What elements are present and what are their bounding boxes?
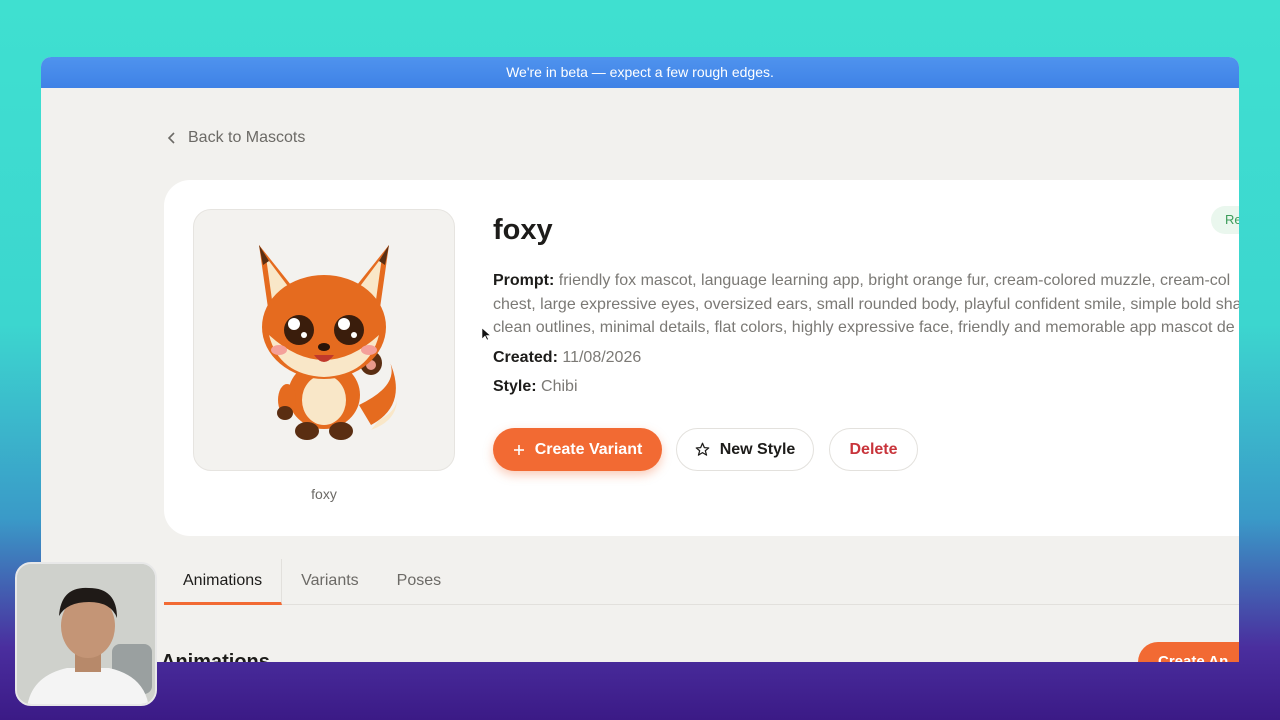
created-label: Created: (493, 349, 558, 366)
new-style-button[interactable]: New Style (676, 428, 814, 471)
status-badge: Re (1211, 206, 1239, 234)
style-row: Style: Chibi (493, 375, 578, 399)
mascot-card: foxy foxy Re Prompt: friendly fox mascot… (164, 180, 1239, 536)
style-label: Style: (493, 378, 537, 395)
tab-variants[interactable]: Variants (282, 559, 378, 605)
new-style-label: New Style (719, 440, 796, 458)
person-silhouette-icon (17, 564, 155, 704)
prompt-label: Prompt: (493, 272, 555, 289)
app-window: We're in beta — expect a few rough edges… (41, 57, 1239, 662)
prompt-text: Prompt: friendly fox mascot, language le… (493, 269, 1239, 340)
fox-mascot-image (259, 245, 398, 440)
prompt-line-1: friendly fox mascot, language learning a… (558, 272, 1231, 289)
thumbnail-caption: foxy (311, 486, 337, 502)
webcam-overlay (15, 562, 157, 706)
create-variant-label: Create Variant (534, 440, 643, 458)
back-link-label: Back to Mascots (188, 129, 306, 146)
created-row: Created: 11/08/2026 (493, 346, 641, 370)
delete-button[interactable]: Delete (829, 428, 918, 471)
mouse-cursor-icon (482, 328, 491, 340)
create-variant-button[interactable]: Create Variant (493, 428, 662, 471)
prompt-line-3: clean outlines, minimal details, flat co… (493, 319, 1235, 336)
prompt-line-2: chest, large expressive eyes, oversized … (493, 295, 1239, 313)
created-value: 11/08/2026 (562, 349, 642, 366)
mascot-thumbnail[interactable] (193, 209, 455, 471)
mascot-tabs: Animations Variants Poses (164, 559, 1239, 605)
tab-poses[interactable]: Poses (378, 559, 460, 605)
create-animation-button[interactable]: Create An (1138, 642, 1239, 662)
animations-heading: Animations (161, 651, 270, 662)
plus-icon (513, 444, 524, 455)
chevron-left-icon (167, 132, 175, 144)
tab-animations[interactable]: Animations (164, 559, 283, 605)
mascot-title: foxy (493, 214, 553, 246)
back-to-mascots-link[interactable]: Back to Mascots (166, 129, 305, 147)
star-icon (695, 442, 710, 456)
beta-banner: We're in beta — expect a few rough edges… (41, 57, 1239, 88)
style-value: Chibi (541, 378, 578, 395)
